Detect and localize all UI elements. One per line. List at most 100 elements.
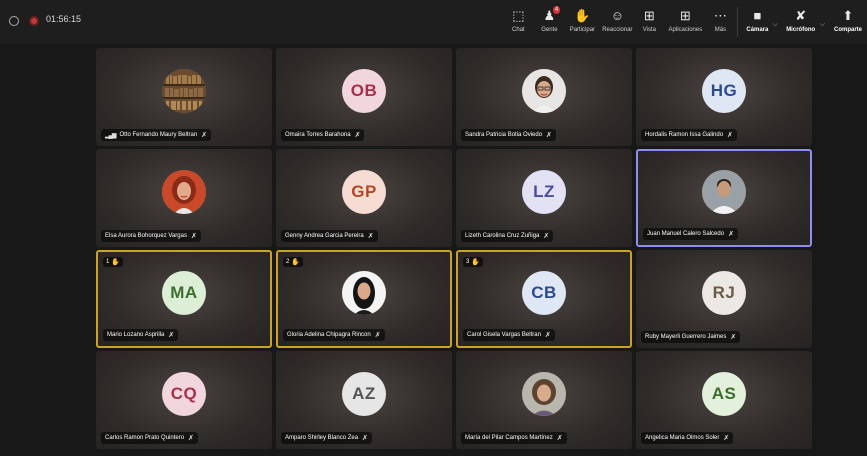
mic-button[interactable]: ✘ Micrófono: [782, 0, 820, 33]
smile-icon: ☺: [610, 8, 625, 23]
view-button[interactable]: ⊞ Vista: [635, 0, 663, 33]
participant-photo: [162, 170, 206, 215]
mic-muted-icon: ✗: [168, 332, 175, 339]
participant-tile[interactable]: CQ Carlos Ramon Prato Quintero ✗: [96, 351, 272, 449]
participant-name-label: Juan Manuel Calero Salcedo ✗: [643, 228, 738, 240]
raised-hand-badge: 3 ✋: [463, 257, 484, 267]
participant-name-label: Ruby Mayerli Guerrero Jaimes ✗: [641, 331, 741, 343]
participant-name-label: Omaira Torres Barahona ✗: [281, 129, 365, 141]
people-button[interactable]: ♟ 4 Gente: [533, 0, 565, 33]
participant-name: Lizeth Carolina Cruz Zuñiga: [465, 233, 540, 239]
mic-options-chevron-icon[interactable]: ⌵: [820, 21, 825, 29]
apps-button[interactable]: ⊞ Aplicaciones: [663, 0, 707, 33]
participant-initials-avatar: LZ: [522, 170, 566, 215]
participant-tile[interactable]: 3 ✋ CB Carol Gisela Vargas Beltran ✗: [456, 250, 632, 348]
participant-initials-avatar: AZ: [342, 372, 386, 417]
participant-tile[interactable]: 2 ✋ Gloria Adelina Chipagra Rincon ✗: [276, 250, 452, 348]
participant-photo: [522, 372, 566, 417]
raised-hand-order: 3: [466, 259, 470, 265]
participant-name-label: Sandra Patricia Botia Oviedo ✗: [461, 129, 556, 141]
participant-initials-avatar: AS: [702, 372, 746, 417]
more-button[interactable]: ⋯ Más: [707, 0, 733, 33]
participant-name: Gloria Adelina Chipagra Rincon: [287, 332, 371, 338]
participant-name-label: Lizeth Carolina Cruz Zuñiga ✗: [461, 230, 554, 242]
meeting-topbar: 01:56:15 ⬚ Chat ♟ 4 Gente ✋ Participar ☺ …: [0, 0, 867, 45]
participant-tile[interactable]: 1 ✋ MA Mario Lozano Asprilla ✗: [96, 250, 272, 348]
participant-tile[interactable]: RJ Ruby Mayerli Guerrero Jaimes ✗: [636, 250, 812, 348]
mic-muted-icon: ✗: [367, 233, 374, 240]
chat-button[interactable]: ⬚ Chat: [503, 0, 533, 33]
mic-muted-icon: ✗: [556, 435, 563, 442]
participant-name: Carol Gisela Vargas Beltran: [467, 332, 541, 338]
participant-name-label: Gloria Adelina Chipagra Rincon ✗: [283, 329, 385, 341]
camera-options-chevron-icon[interactable]: ⌵: [772, 21, 777, 29]
participant-photo: [522, 69, 566, 114]
meeting-timer: 01:56:15: [46, 14, 82, 24]
participant-name: María del Pilar Campos Martínez: [465, 435, 553, 441]
raised-hand-order: 2: [286, 259, 290, 265]
share-button[interactable]: ⬆ Comparte: [829, 0, 867, 33]
participant-tile[interactable]: ▂▄▆ Otto Fernando Maury Beltran ✗: [96, 48, 272, 146]
participant-tile[interactable]: HG Hordalis Ramon Issa Galindo ✗: [636, 48, 812, 146]
participant-photo: [162, 69, 206, 114]
raise-hand-button[interactable]: ✋ Participar: [565, 0, 599, 33]
hand-icon: ✋: [291, 259, 301, 266]
mic-muted-icon: ✗: [354, 132, 361, 139]
participant-tile[interactable]: Juan Manuel Calero Salcedo ✗: [636, 149, 812, 247]
participant-name: Elsa Aurora Bohorquez Vargas: [105, 233, 187, 239]
participant-name-label: Mario Lozano Asprilla ✗: [103, 329, 179, 341]
mic-muted-icon: ✗: [201, 132, 208, 139]
raised-hand-badge: 1 ✋: [103, 257, 124, 267]
signal-icon: ▂▄▆: [105, 132, 117, 139]
participant-tile[interactable]: AZ Amparo Shirley Blanco Zea ✗: [276, 351, 452, 449]
participant-name-label: María del Pilar Campos Martínez ✗: [461, 432, 567, 444]
participant-name: Hordalis Ramon Issa Galindo: [645, 132, 724, 138]
plus-box-icon: ⊞: [679, 8, 691, 23]
participant-tile[interactable]: María del Pilar Campos Martínez ✗: [456, 351, 632, 449]
mic-off-icon: ✘: [795, 8, 807, 23]
participant-name-label: Angelica Maria Olmos Soler ✗: [641, 432, 734, 444]
participant-name: Genny Andrea Garcia Pereira: [285, 233, 364, 239]
mic-muted-icon: ✗: [546, 132, 552, 139]
hand-icon: ✋: [471, 259, 481, 266]
participant-initials-avatar: CQ: [162, 372, 206, 417]
participant-name-label: Genny Andrea Garcia Pereira ✗: [281, 230, 378, 242]
participant-initials-avatar: MA: [162, 271, 206, 316]
participant-name: Otto Fernando Maury Beltran: [119, 132, 198, 138]
shield-icon: [9, 16, 19, 26]
mic-muted-icon: ✗: [188, 435, 194, 442]
participant-name: Sandra Patricia Botia Oviedo: [465, 132, 543, 138]
meeting-toolbar: ⬚ Chat ♟ 4 Gente ✋ Participar ☺ Reacciona…: [503, 0, 867, 44]
raised-hand-badge: 2 ✋: [283, 257, 304, 267]
mic-muted-icon: ✗: [543, 233, 550, 240]
recording-icon: [29, 16, 39, 26]
participant-name-label: Amparo Shirley Blanco Zea ✗: [281, 432, 372, 444]
participant-tile[interactable]: AS Angelica Maria Olmos Soler ✗: [636, 351, 812, 449]
participant-name: Amparo Shirley Blanco Zea: [285, 435, 359, 441]
people-icon: ♟ 4: [543, 6, 561, 23]
participant-tile[interactable]: OB Omaira Torres Barahona ✗: [276, 48, 452, 146]
participant-tile[interactable]: Sandra Patricia Botia Oviedo ✗: [456, 48, 632, 146]
participant-initials-avatar: OB: [342, 69, 386, 114]
video-stage: ▂▄▆ Otto Fernando Maury Beltran ✗ OB Omaira …: [0, 44, 867, 456]
participant-tile[interactable]: LZ Lizeth Carolina Cruz Zuñiga ✗: [456, 149, 632, 247]
mic-muted-icon: ✗: [374, 332, 381, 339]
toolbar-divider: [737, 7, 739, 37]
participant-photo: [342, 271, 386, 316]
camera-off-icon: ■: [753, 8, 762, 23]
participant-tile[interactable]: GP Genny Andrea Garcia Pereira ✗: [276, 149, 452, 247]
hand-icon: ✋: [574, 8, 591, 23]
participant-tile[interactable]: Elsa Aurora Bohorquez Vargas ✗: [96, 149, 272, 247]
raised-hand-order: 1: [106, 259, 110, 265]
participant-name-label: Carlos Ramon Prato Quintero ✗: [101, 432, 198, 444]
participant-initials-avatar: CB: [522, 271, 566, 316]
react-button[interactable]: ☺ Reaccionar: [599, 0, 635, 33]
mic-muted-icon: ✗: [727, 132, 733, 139]
grid-icon: ⊞: [643, 8, 655, 23]
hand-icon: ✋: [111, 259, 121, 266]
participant-name: Omaira Torres Barahona: [285, 132, 351, 138]
participant-name: Carlos Ramon Prato Quintero: [105, 435, 185, 441]
camera-button[interactable]: ■ Cámara: [742, 0, 772, 33]
participant-initials-avatar: GP: [342, 170, 386, 215]
mic-muted-icon: ✗: [728, 231, 734, 238]
